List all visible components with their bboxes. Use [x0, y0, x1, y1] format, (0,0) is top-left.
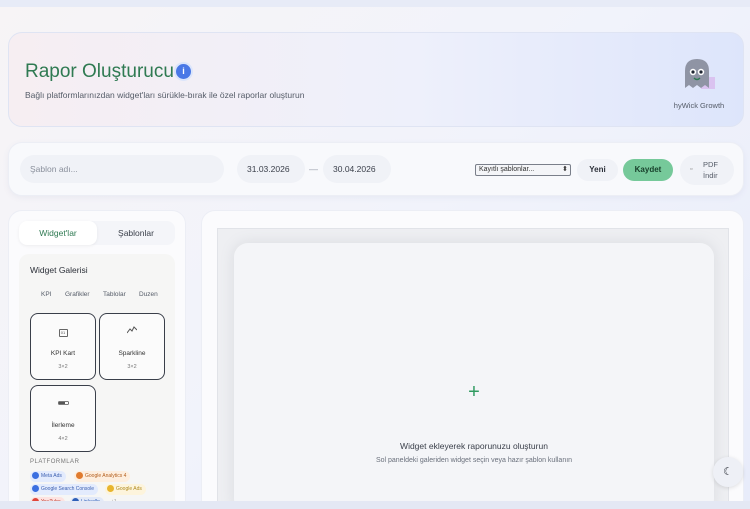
pdf-label-line2: İndir [703, 171, 718, 180]
widget-size: 3×2 [58, 364, 68, 370]
page-title: Rapor Oluşturucu [25, 61, 174, 82]
platform-tag-gads: Google Ads [105, 484, 146, 495]
info-icon[interactable]: i [176, 64, 191, 79]
kpi-icon: 01 [31, 326, 95, 337]
widget-name: Sparkline [118, 350, 146, 357]
tab-templates[interactable]: Şablonlar [97, 221, 175, 245]
canvas-frame: + Widget ekleyerek raporunuzu oluşturun … [217, 228, 729, 509]
platform-tag-meta: Meta Ads [30, 471, 66, 482]
widget-card-sparkline[interactable]: Sparkline 3×2 [99, 313, 165, 380]
bottom-bar [0, 501, 750, 509]
new-button[interactable]: Yeni [577, 159, 618, 181]
sparkline-icon [100, 326, 164, 336]
sidebar: Widget'lar Şablonlar Widget Galerisi KPI… [8, 210, 186, 509]
page-subtitle: Bağlı platformlarınızdan widget'ları sür… [25, 90, 305, 100]
pdf-label-line1: PDF [703, 160, 718, 169]
date-from-input[interactable]: 31.03.2026 [237, 155, 305, 183]
save-button[interactable]: Kaydet [623, 159, 673, 181]
platforms-label: PLATFORMLAR [30, 459, 80, 465]
widget-card-progress[interactable]: İlerleme 4×2 [30, 385, 96, 452]
empty-state-subtitle: Sol paneldeki galeriden widget seçin vey… [375, 457, 573, 464]
saved-templates-select[interactable]: Kayıtlı şablonlar... ⬍ [475, 164, 571, 176]
widget-name: İlerleme [51, 422, 75, 429]
sidebar-tabs: Widget'lar Şablonlar [19, 221, 175, 245]
theme-toggle-button[interactable]: ☾ [713, 457, 743, 487]
plus-icon[interactable]: + [234, 381, 714, 404]
header-card: Rapor Oluşturucu i Bağlı platformlarınız… [8, 32, 744, 127]
widget-size: 4×2 [58, 436, 68, 442]
widget-gallery: Widget Galerisi KPI Grafikler Tablolar D… [19, 254, 175, 509]
filter-kpi[interactable]: KPI [41, 291, 51, 298]
tab-widgets[interactable]: Widget'lar [19, 221, 97, 245]
widget-size: 3×2 [127, 364, 137, 370]
empty-state-title: Widget ekleyerek raporunuzu oluşturun [400, 441, 548, 451]
canvas-drop-zone[interactable]: + Widget ekleyerek raporunuzu oluşturun … [234, 243, 714, 509]
gallery-title: Widget Galerisi [30, 265, 88, 275]
toolbar: 31.03.2026 — 30.04.2026 Kayıtlı şablonla… [8, 142, 744, 196]
pdf-download-button[interactable]: ▫ PDF İndir [680, 155, 734, 185]
saved-templates-value: Kayıtlı şablonlar... [479, 166, 535, 173]
ga4-icon [76, 471, 83, 479]
filter-layout[interactable]: Duzen [139, 291, 158, 298]
progress-icon [31, 398, 95, 408]
widget-card-kpi[interactable]: 01 KPI Kart 3×2 [30, 313, 96, 380]
report-canvas: + Widget ekleyerek raporunuzu oluşturun … [201, 210, 744, 509]
date-separator: — [309, 164, 318, 174]
top-bar [0, 0, 750, 7]
widget-name: KPI Kart [50, 350, 76, 357]
moon-icon: ☾ [723, 466, 733, 478]
filter-tables[interactable]: Tablolar [103, 291, 126, 298]
meta-icon [32, 471, 39, 479]
gsc-icon [32, 484, 39, 492]
date-to-input[interactable]: 30.04.2026 [323, 155, 391, 183]
file-icon: ▫ [690, 166, 693, 173]
mascot-icon [685, 59, 715, 89]
platform-tag-ga4: Google Analytics 4 [74, 471, 131, 482]
select-arrows-icon: ⬍ [562, 166, 568, 173]
template-name-input[interactable] [20, 155, 224, 183]
filter-charts[interactable]: Grafikler [65, 291, 90, 298]
brand-name: hyWick Growth [673, 101, 725, 110]
gads-icon [107, 484, 114, 492]
platform-tag-gsc: Google Search Console [30, 484, 99, 495]
